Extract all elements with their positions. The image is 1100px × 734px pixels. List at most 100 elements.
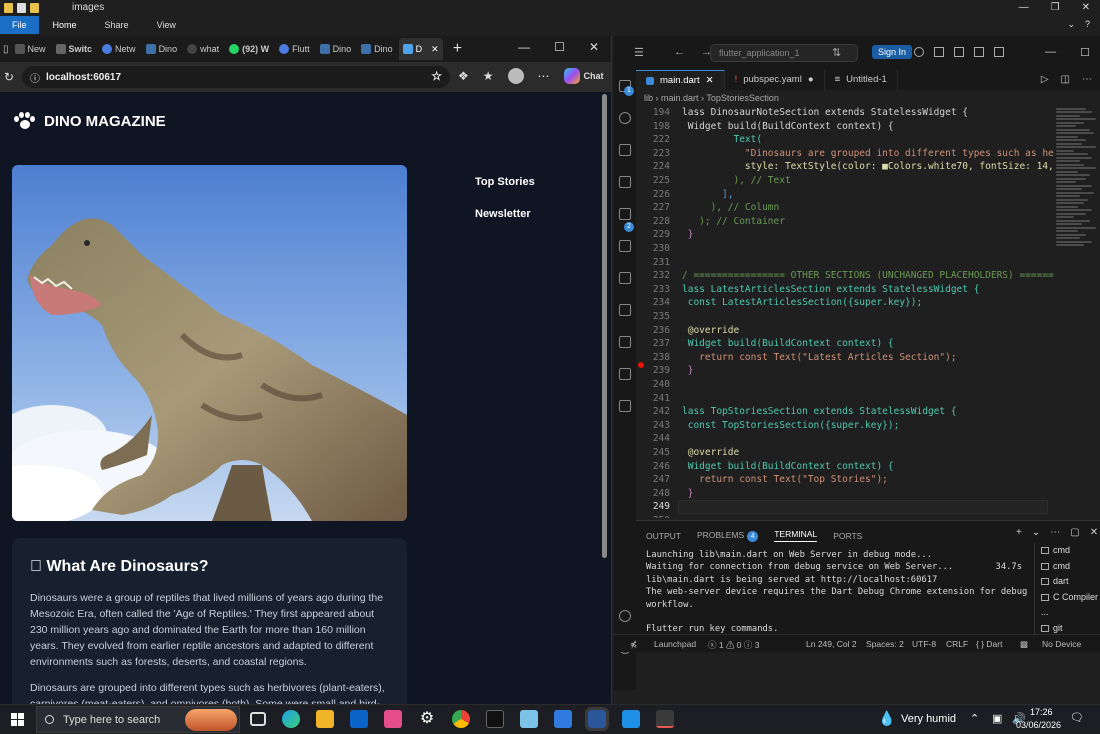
new-terminal-icon[interactable]: + [1016,527,1022,538]
tab-actions-icon[interactable]: ▯ [3,44,9,55]
task-view-icon[interactable] [250,712,266,726]
minimize-icon[interactable]: — [518,40,530,54]
properties-icon[interactable] [17,3,26,13]
panel-tab-output[interactable]: OUTPUT [646,531,681,541]
status-encoding[interactable]: UTF-8 [912,639,936,649]
customize-layout-icon[interactable] [994,47,1004,57]
vscode-icon[interactable] [622,710,640,728]
accounts-icon[interactable] [619,610,631,622]
terminal-item[interactable]: cmd [1041,559,1100,575]
terminal-icon[interactable] [486,710,504,728]
maximize-icon[interactable]: ☐ [554,40,565,54]
status-device[interactable]: No Device [1042,639,1081,649]
site-info-icon[interactable]: ⓘ [30,70,40,85]
sync-icon[interactable]: ⇅ [832,46,841,59]
url-text[interactable]: localhost:60617 [46,72,121,83]
show-hidden-icons[interactable]: ⌃ [970,712,979,725]
close-icon[interactable]: ✕ [1082,0,1090,16]
weather-icon[interactable]: 💧 [878,710,895,727]
settings-gear-icon[interactable]: ⚙ [418,710,436,728]
device-icon[interactable]: ▩ [1020,639,1028,650]
more-actions-icon[interactable]: ⋯ [1082,74,1092,85]
edge-icon[interactable] [282,710,300,728]
terminal-output[interactable]: Launching lib\main.dart on Web Server in… [646,549,1027,636]
ribbon-tab-share[interactable]: Share [91,20,143,30]
close-tab-icon[interactable]: ✕ [431,44,439,55]
address-bar[interactable]: ⓘ localhost:60617 ☆ [22,66,450,88]
minimize-icon[interactable]: — [1019,0,1029,16]
more-options-icon[interactable]: ⋯ [538,69,550,83]
status-language[interactable]: { } Dart [976,639,1002,649]
source-control-icon[interactable] [619,144,631,156]
editor-tab-untitled[interactable]: ≡ Untitled-1 [825,70,898,90]
notifications-icon[interactable]: 🗨 [1070,711,1084,724]
new-folder-icon[interactable] [30,3,39,13]
code-editor[interactable]: 194 lass DinosaurNoteSection extends Stat… [636,106,1071,518]
terminal-dropdown-icon[interactable]: ⌄ [1032,527,1040,538]
word-icon[interactable] [585,707,609,731]
github-icon[interactable] [619,336,631,348]
ribbon-collapse-icon[interactable]: ⌄ [1067,19,1075,30]
outlook-icon[interactable] [350,710,368,728]
status-launchpad[interactable]: Launchpad [654,639,696,649]
status-problems[interactable]: ⓧ 1 ⚠ 0 ⓘ 3 [708,639,760,651]
ribbon-tab-view[interactable]: View [143,20,190,30]
terminal-item[interactable]: cmd [1041,543,1100,559]
copilot-icon[interactable] [914,47,924,57]
network-icon[interactable]: ▣ [992,712,1002,725]
browser-tab[interactable]: Dino [316,38,356,60]
toggle-secondary-sidebar-icon[interactable] [974,47,984,57]
terminal-item[interactable]: dart [1041,574,1100,590]
browser-tab[interactable]: what [183,38,223,60]
app-icon[interactable] [656,710,674,728]
clock-time[interactable]: 17:26 [1030,707,1053,717]
editor-tab-main-dart[interactable]: main.dart ✕ [636,70,725,90]
extensions-icon[interactable]: ❖ [458,69,469,83]
remote-explorer-icon[interactable] [619,272,631,284]
chat-icon[interactable] [619,400,631,412]
page-scrollbar[interactable] [602,94,607,558]
maximize-icon[interactable]: ☐ [1080,46,1090,59]
toggle-sidebar-icon[interactable] [934,47,944,57]
favorite-star-icon[interactable]: ☆ [431,69,442,83]
browser-tab[interactable]: (92) W [225,38,273,60]
nav-newsletter[interactable]: Newsletter [475,198,535,230]
maximize-panel-icon[interactable]: ▢ [1070,527,1079,538]
remote-icon[interactable]: ⋠ [630,639,637,650]
minimap[interactable] [1054,106,1100,518]
extensions-icon[interactable] [619,208,631,220]
panel-tab-ports[interactable]: PORTS [833,531,862,541]
status-cursor-position[interactable]: Ln 249, Col 2 [806,639,857,649]
testing-icon[interactable] [619,240,631,252]
quick-access-toolbar[interactable] [4,3,39,13]
toggle-panel-icon[interactable] [954,47,964,57]
run-icon[interactable]: ▷ [1041,74,1049,85]
photos-icon[interactable] [554,710,572,728]
nav-top-stories[interactable]: Top Stories [475,166,535,198]
browser-tab-active[interactable]: D ✕ [398,38,443,60]
clock-date[interactable]: 03/06/2026 [1016,720,1061,730]
run-debug-icon[interactable] [619,176,631,188]
status-indentation[interactable]: Spaces: 2 [866,639,904,649]
microsoft-store-icon[interactable] [384,710,402,728]
notepad-icon[interactable] [520,710,538,728]
terminal-item[interactable]: C Compiler ... [1041,590,1100,621]
taskbar-search[interactable]: Type here to search [36,706,240,733]
new-tab-button[interactable]: + [453,40,462,58]
sign-in-button[interactable]: Sign In [872,45,913,59]
close-tab-icon[interactable]: ✕ [706,71,714,91]
panel-tab-terminal[interactable]: TERMINAL [774,529,818,542]
ribbon-tab-file[interactable]: File [0,16,39,34]
editor-tab-pubspec[interactable]: ! pubspec.yaml ● [725,70,825,90]
help-icon[interactable]: ? [1085,19,1090,30]
status-eol[interactable]: CRLF [946,639,968,649]
browser-tab[interactable]: Netw [98,38,140,60]
browser-tab[interactable]: Switc [52,38,97,60]
ribbon-tab-home[interactable]: Home [39,20,91,30]
docker-icon[interactable] [619,368,631,380]
chrome-icon[interactable] [452,710,470,728]
close-icon[interactable]: ✕ [589,40,599,54]
minimize-icon[interactable]: — [1045,46,1056,59]
weather-text[interactable]: Very humid [901,713,956,725]
close-panel-icon[interactable]: ✕ [1090,527,1098,538]
